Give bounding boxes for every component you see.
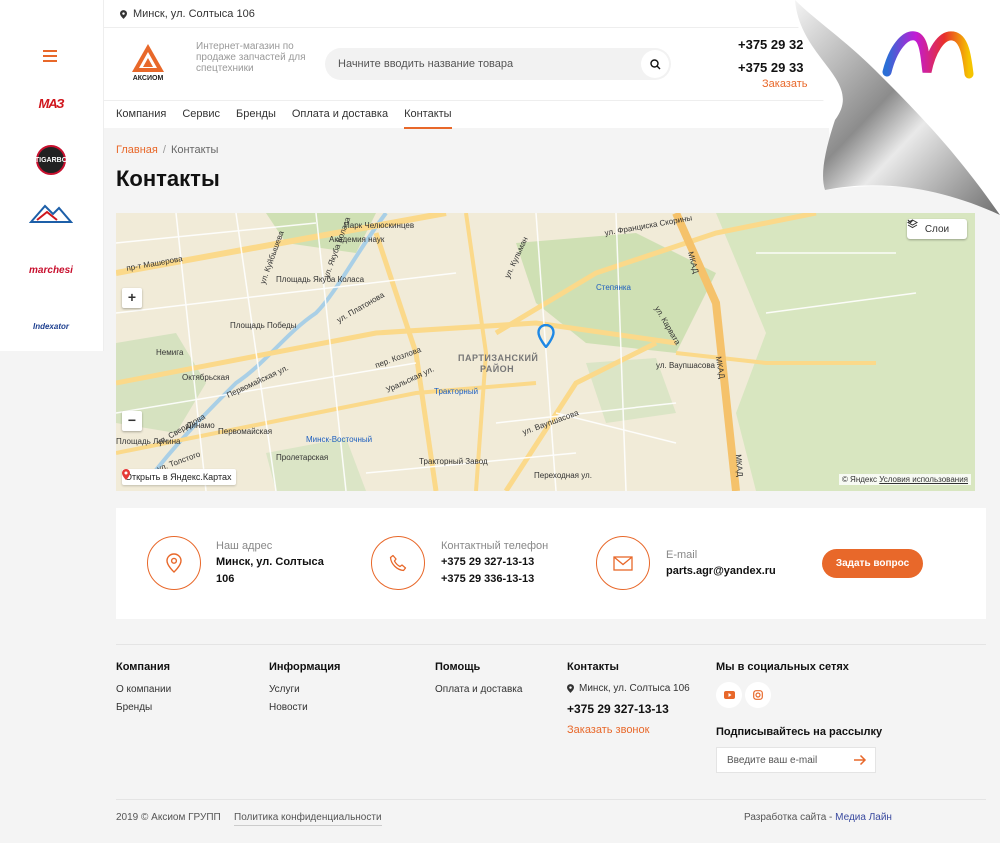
map-label: Первомайская xyxy=(218,427,273,436)
map-zoom-in-button[interactable]: + xyxy=(122,288,142,308)
footer-info-title: Информация xyxy=(269,661,341,673)
nav-item-contacts[interactable]: Контакты xyxy=(404,101,452,129)
mail-icon xyxy=(613,555,633,571)
contact-phone-2[interactable]: +375 29 336-13-13 xyxy=(441,571,534,588)
footer-link-brands[interactable]: Бренды xyxy=(116,702,152,713)
site-tagline: Интернет-магазин по продаже запчастей дл… xyxy=(196,41,306,74)
map-label: Площадь Якуба Коласа xyxy=(276,275,365,284)
search-icon xyxy=(649,58,660,69)
brand-maz-logo[interactable]: МАЗ xyxy=(26,88,76,118)
brand-tigarbo-logo[interactable]: TIGARBO xyxy=(26,145,76,175)
brand-marchesi-logo[interactable]: marchesi xyxy=(26,255,76,285)
phone-label: Контактный телефон xyxy=(441,540,549,552)
contact-card: Наш адрес Минск, ул. Солтыса 106 Контакт… xyxy=(116,508,986,619)
page-title: Контакты xyxy=(116,166,220,191)
map-label: Степянка xyxy=(596,283,632,292)
footer-phone[interactable]: +375 29 327-13-13 xyxy=(567,702,669,716)
bottom-divider xyxy=(116,799,986,800)
map-label: ул. Ваупшасова xyxy=(656,361,715,370)
breadcrumb: Главная / Контакты xyxy=(116,144,218,156)
nav-item-payment[interactable]: Оплата и доставка xyxy=(292,101,388,129)
contact-email[interactable]: parts.agr@yandex.ru xyxy=(666,563,776,580)
footer-divider xyxy=(116,644,986,645)
brand-indexator-logo[interactable]: Indexator xyxy=(26,311,76,341)
page-curl-overlay xyxy=(795,0,1000,215)
map-canvas xyxy=(116,213,975,491)
map-marker-icon[interactable] xyxy=(537,324,555,348)
yandex-pin-icon xyxy=(122,469,130,480)
map-copyright: © Яндекс Условия использования xyxy=(838,474,971,485)
menu-icon[interactable] xyxy=(43,50,57,62)
map-label: Пролетарская xyxy=(276,453,329,462)
breadcrumb-current: Контакты xyxy=(170,144,219,156)
chevron-down-icon xyxy=(907,219,914,224)
privacy-policy-link[interactable]: Политика конфиденциальности xyxy=(234,812,382,826)
newsletter-form xyxy=(716,747,876,773)
newsletter-email-input[interactable] xyxy=(717,748,847,772)
svg-text:АКСИОМ: АКСИОМ xyxy=(133,75,164,82)
email-circle xyxy=(596,536,650,590)
yandex-map[interactable]: Парк Челюскинцев Академия наук Площадь Я… xyxy=(116,213,975,491)
phone-circle xyxy=(371,536,425,590)
brand-sidebar: МАЗ TIGARBO marchesi Indexator xyxy=(0,0,104,351)
footer-link-services[interactable]: Услуги xyxy=(269,684,300,695)
instagram-icon xyxy=(753,690,763,700)
nav-item-brands[interactable]: Бренды xyxy=(236,101,276,129)
ask-question-button[interactable]: Задать вопрос xyxy=(822,549,923,578)
footer-company-title: Компания xyxy=(116,661,171,673)
arrow-right-icon[interactable] xyxy=(853,754,867,766)
site-logo[interactable]: АКСИОМ xyxy=(126,42,170,86)
brand-mountain-logo[interactable] xyxy=(26,198,76,228)
breadcrumb-home[interactable]: Главная xyxy=(116,144,158,156)
email-label: E-mail xyxy=(666,549,698,561)
map-label: Октябрьская xyxy=(182,373,230,382)
footer-link-payment[interactable]: Оплата и доставка xyxy=(435,684,522,695)
map-layers-button[interactable]: Слои xyxy=(907,219,967,239)
youtube-icon xyxy=(723,691,735,699)
developer-link[interactable]: Медиа Лайн xyxy=(835,812,892,823)
phone-icon xyxy=(389,554,407,572)
footer-address: Минск, ул. Солтыса 106 xyxy=(567,683,690,694)
map-label: Тракторный Завод xyxy=(419,457,488,466)
pin-icon xyxy=(567,684,574,693)
search-input[interactable] xyxy=(325,48,625,80)
developer-credit: Разработка сайта - Медиа Лайн xyxy=(744,812,892,823)
footer-contacts-title: Контакты xyxy=(567,661,619,673)
top-address: Минск, ул. Солтыса 106 xyxy=(120,8,255,20)
footer-link-about[interactable]: О компании xyxy=(116,684,171,695)
map-label: МКАД xyxy=(733,453,745,478)
map-label: Минск-Восточный xyxy=(306,435,373,444)
map-label: Немига xyxy=(156,348,184,357)
pin-icon xyxy=(120,9,127,19)
address-value-line2: 106 xyxy=(216,573,235,585)
map-label: Тракторный xyxy=(434,387,479,396)
location-pin-icon xyxy=(166,553,182,573)
nav-item-company[interactable]: Компания xyxy=(116,101,166,129)
contact-phone-1[interactable]: +375 29 327-13-13 xyxy=(441,554,534,571)
map-terms-link[interactable]: Условия использования xyxy=(879,475,968,484)
map-label: Площадь Победы xyxy=(230,321,297,330)
map-zoom-out-button[interactable]: − xyxy=(122,411,142,431)
copyright: 2019 © Аксиом ГРУПП xyxy=(116,812,221,823)
subscribe-title: Подписывайтесь на рассылку xyxy=(716,726,883,738)
breadcrumb-separator: / xyxy=(162,144,166,156)
map-label: РАЙОН xyxy=(480,364,515,374)
youtube-link[interactable] xyxy=(716,682,742,708)
footer-callback-link[interactable]: Заказать звонок xyxy=(567,724,649,736)
map-label: ПАРТИЗАНСКИЙ xyxy=(458,353,539,363)
map-label: Парк Челюскинцев xyxy=(344,221,415,230)
address-value-line1: Минск, ул. Солтыса xyxy=(216,556,324,568)
search-box xyxy=(325,48,671,80)
instagram-link[interactable] xyxy=(745,682,771,708)
address-circle xyxy=(147,536,201,590)
footer-help-title: Помощь xyxy=(435,661,481,673)
footer-link-news[interactable]: Новости xyxy=(269,702,308,713)
open-yandex-maps-link[interactable]: Открыть в Яндекс.Картах xyxy=(122,469,237,485)
address-label: Наш адрес xyxy=(216,540,273,552)
map-label: Переходная ул. xyxy=(534,471,592,480)
search-button[interactable] xyxy=(641,50,669,78)
nav-item-service[interactable]: Сервис xyxy=(182,101,220,129)
footer-social-title: Мы в социальных сетях xyxy=(716,661,849,673)
